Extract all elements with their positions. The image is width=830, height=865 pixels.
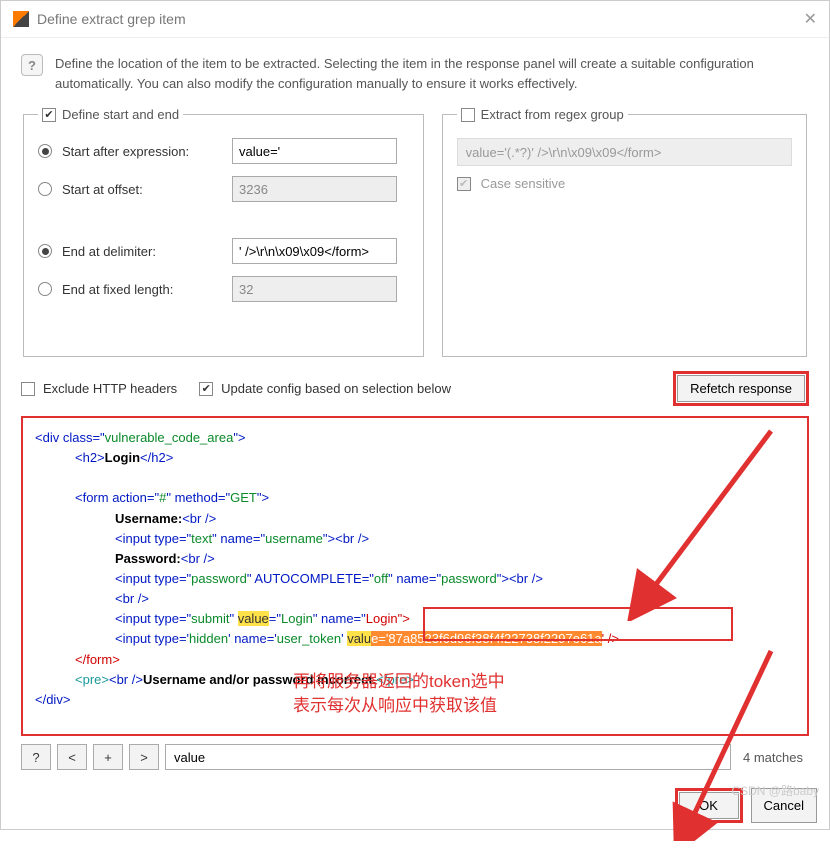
app-logo-icon	[13, 11, 29, 27]
end-at-fixed-length-radio[interactable]	[38, 282, 52, 296]
define-start-end-checkbox[interactable]: ✔	[42, 108, 56, 122]
update-config-label: Update config based on selection below	[221, 381, 451, 396]
define-start-end-panel: ✔ Define start and end Start after expre…	[23, 107, 424, 357]
annotation-box	[423, 607, 733, 641]
ok-button[interactable]: OK	[679, 792, 739, 819]
start-at-offset-radio[interactable]	[38, 182, 52, 196]
regex-input: value='(.*?)' />\r\n\x09\x09</form>	[457, 138, 792, 166]
close-icon[interactable]: ✕	[804, 9, 817, 29]
search-next-button[interactable]: >	[129, 744, 159, 770]
start-at-offset-label: Start at offset:	[62, 182, 222, 197]
update-config-checkbox[interactable]: ✔	[199, 382, 213, 396]
end-at-delimiter-input[interactable]	[232, 238, 397, 264]
exclude-http-checkbox[interactable]	[21, 382, 35, 396]
watermark: CSDN @路baby	[731, 782, 819, 799]
titlebar: Define extract grep item ✕	[1, 1, 829, 38]
case-sensitive-label: Case sensitive	[481, 176, 566, 191]
search-help-button[interactable]: ?	[21, 744, 51, 770]
case-sensitive-checkbox: ✔	[457, 177, 471, 191]
code-text: <div class="	[35, 430, 105, 445]
start-at-offset-input	[232, 176, 397, 202]
refetch-response-button[interactable]: Refetch response	[677, 375, 805, 402]
end-at-fixed-length-label: End at fixed length:	[62, 282, 222, 297]
search-add-button[interactable]: +	[93, 744, 123, 770]
extract-regex-panel: Extract from regex group value='(.*?)' /…	[442, 107, 807, 357]
window-title: Define extract grep item	[37, 11, 804, 27]
search-prev-button[interactable]: <	[57, 744, 87, 770]
define-start-end-label: Define start and end	[62, 107, 179, 122]
extract-regex-checkbox[interactable]	[461, 108, 475, 122]
help-icon[interactable]: ?	[21, 54, 43, 76]
response-panel[interactable]: <div class="vulnerable_code_area"> <h2>L…	[21, 416, 809, 736]
end-at-fixed-length-input	[232, 276, 397, 302]
start-after-expression-input[interactable]	[232, 138, 397, 164]
exclude-http-label: Exclude HTTP headers	[43, 381, 177, 396]
annotation-text: 再将服务器返回的token选中 表示每次从响应中获取该值	[293, 670, 505, 718]
start-after-expression-label: Start after expression:	[62, 144, 222, 159]
match-count: 4 matches	[737, 750, 809, 765]
search-input[interactable]	[165, 744, 731, 770]
extract-regex-label: Extract from regex group	[481, 107, 624, 122]
end-at-delimiter-label: End at delimiter:	[62, 244, 222, 259]
help-text: Define the location of the item to be ex…	[55, 54, 809, 93]
start-after-expression-radio[interactable]	[38, 144, 52, 158]
end-at-delimiter-radio[interactable]	[38, 244, 52, 258]
